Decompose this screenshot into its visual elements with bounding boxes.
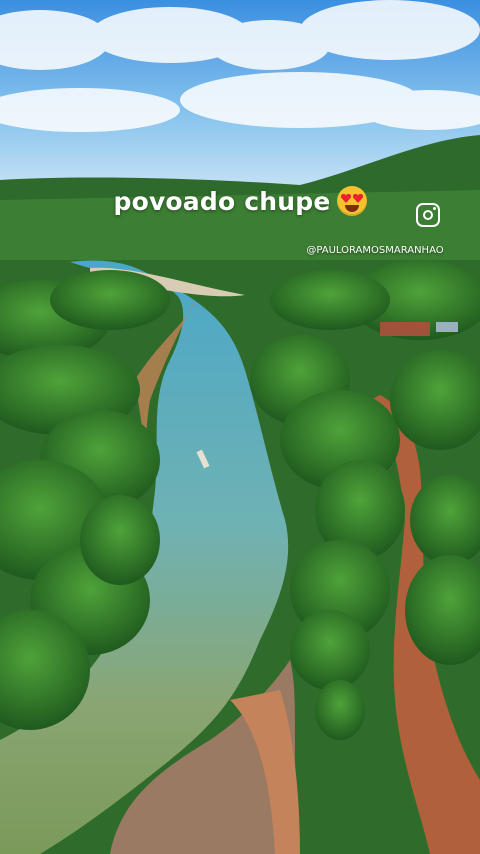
caption-text: povoado chupe (113, 187, 331, 216)
video-caption: povoado chupe (0, 186, 480, 216)
aerial-river-photo (0, 0, 480, 854)
heart-eyes-emoji-icon (336, 186, 367, 216)
house-roof (380, 322, 430, 336)
instagram-icon (416, 203, 440, 227)
instagram-handle: @PAULORAMOSMARANHAO (306, 245, 444, 256)
